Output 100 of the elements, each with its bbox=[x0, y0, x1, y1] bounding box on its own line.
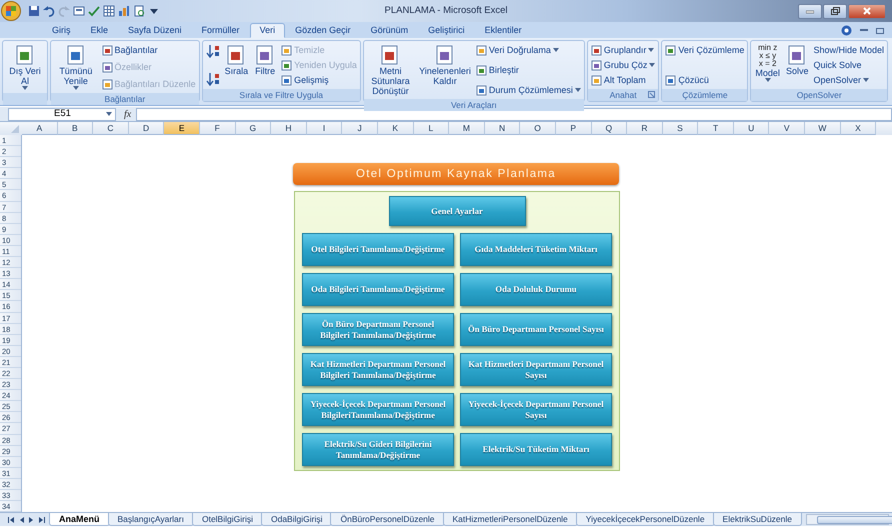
office-button[interactable] bbox=[0, 1, 22, 21]
ribbon-button[interactable]: Metni Sütunlara Dönüştür bbox=[366, 44, 414, 96]
column-header[interactable]: W bbox=[805, 122, 841, 135]
ribbon-tab[interactable]: Formüller bbox=[192, 23, 250, 38]
grid-icon[interactable] bbox=[103, 5, 115, 17]
ribbon-button[interactable]: Gruplandır bbox=[590, 44, 656, 56]
column-header[interactable]: J bbox=[342, 122, 378, 135]
ribbon-button[interactable]: Veri Çözümleme bbox=[665, 44, 744, 56]
minimize-icon[interactable] bbox=[860, 29, 868, 32]
column-header[interactable]: V bbox=[769, 122, 806, 135]
ribbon-tab[interactable]: Ekle bbox=[80, 23, 118, 38]
ribbon-button[interactable]: Yinelenenleri Kaldır bbox=[418, 44, 472, 86]
sheet-tab[interactable]: AnaMenü bbox=[49, 513, 110, 526]
ribbon-button[interactable]: Birleştir bbox=[476, 64, 581, 76]
print-preview-icon[interactable] bbox=[133, 5, 145, 17]
help-icon[interactable] bbox=[841, 25, 852, 36]
formula-icon: min z x ≤ y x = 2 bbox=[758, 44, 778, 68]
column-header[interactable]: G bbox=[236, 122, 272, 135]
next-sheet-icon[interactable] bbox=[28, 516, 35, 524]
minimize-icon bbox=[806, 8, 814, 14]
restore-icon[interactable] bbox=[876, 27, 884, 34]
column-header[interactable]: U bbox=[734, 122, 770, 135]
dialog-launcher-icon[interactable] bbox=[648, 91, 656, 98]
sort-icon[interactable] bbox=[206, 72, 220, 86]
name-box[interactable]: E51 bbox=[8, 108, 116, 120]
sheet-tab[interactable]: ElektrikSuDüzenle bbox=[712, 513, 802, 526]
ribbon-tab[interactable]: Giriş bbox=[42, 23, 80, 38]
sheet-tab[interactable]: OtelBilgiGirişi bbox=[192, 513, 263, 526]
save-icon[interactable] bbox=[28, 5, 40, 17]
column-header[interactable]: Q bbox=[592, 122, 628, 135]
column-header[interactable]: B bbox=[58, 122, 94, 135]
column-header[interactable]: K bbox=[378, 122, 414, 135]
ribbon-button[interactable]: Filtre bbox=[253, 44, 278, 76]
ribbon-button[interactable]: Durum Çözümlemesi bbox=[476, 84, 581, 96]
form-icon[interactable] bbox=[73, 5, 85, 17]
column-header[interactable]: O bbox=[520, 122, 556, 135]
horizontal-scrollbar[interactable] bbox=[806, 514, 889, 525]
function-label[interactable]: fx bbox=[124, 106, 132, 122]
sheet-tab[interactable]: YiyecekİçecekPersonelDüzenle bbox=[576, 513, 715, 526]
ribbon-button[interactable]: Grubu Çöz bbox=[590, 59, 656, 71]
ribbon-button[interactable]: Bağlantılar bbox=[102, 44, 196, 56]
group-label: Bağlantılar bbox=[51, 93, 199, 105]
close-button[interactable] bbox=[848, 4, 886, 18]
document-icon bbox=[590, 74, 602, 86]
ribbon-button[interactable]: Alt Toplam bbox=[590, 74, 656, 86]
column-header[interactable]: X bbox=[840, 122, 876, 135]
document-icon bbox=[281, 60, 292, 70]
column-header[interactable]: M bbox=[449, 122, 485, 135]
column-header[interactable]: E bbox=[164, 122, 200, 135]
restore-button[interactable] bbox=[823, 4, 847, 18]
document-icon bbox=[590, 60, 602, 70]
column-header[interactable]: N bbox=[484, 122, 520, 135]
ribbon-button[interactable]: Çözücü bbox=[665, 74, 744, 86]
last-sheet-icon[interactable] bbox=[38, 516, 45, 524]
ribbon-button[interactable]: Tümünü Yenile bbox=[54, 44, 98, 90]
chart-icon[interactable] bbox=[118, 5, 130, 17]
sort-icon[interactable] bbox=[206, 44, 220, 58]
window-title: PLANLAMA - Microsoft Excel bbox=[384, 4, 508, 16]
column-header[interactable]: A bbox=[22, 122, 58, 135]
ribbon-button[interactable]: OpenSolver bbox=[813, 74, 884, 86]
ribbon-tab[interactable]: Sayfa Düzeni bbox=[118, 23, 192, 38]
group-label: Çözümleme bbox=[662, 89, 748, 101]
group-label: OpenSolver bbox=[751, 89, 887, 101]
column-header[interactable]: I bbox=[306, 122, 342, 135]
ribbon-tab[interactable]: Eklentiler bbox=[474, 23, 532, 38]
column-header[interactable]: R bbox=[627, 122, 663, 135]
sheet-tab[interactable]: OdaBilgiGirişi bbox=[260, 513, 332, 526]
first-sheet-icon[interactable] bbox=[8, 516, 15, 524]
close-icon bbox=[863, 7, 871, 15]
restore-icon bbox=[830, 7, 840, 15]
ribbon-button[interactable]: Gelişmiş bbox=[281, 74, 357, 86]
ribbon-tab[interactable]: Gözden Geçir bbox=[285, 23, 361, 38]
scroll-thumb[interactable] bbox=[817, 516, 892, 524]
column-header[interactable]: P bbox=[556, 122, 592, 135]
ribbon-tab[interactable]: Geliştirici bbox=[418, 23, 475, 38]
document-icon bbox=[281, 44, 292, 56]
column-header[interactable]: H bbox=[271, 122, 307, 135]
column-header[interactable]: F bbox=[200, 122, 236, 135]
document-icon bbox=[665, 74, 676, 86]
ribbon-tab[interactable]: Görünüm bbox=[360, 23, 418, 38]
ribbon-button[interactable]: Sırala bbox=[224, 44, 250, 76]
group-label: Veri Araçları bbox=[364, 99, 584, 111]
ribbon-button[interactable]: Veri Doğrulama bbox=[476, 44, 581, 56]
previous-sheet-icon[interactable] bbox=[18, 516, 25, 524]
caret-icon bbox=[106, 112, 112, 116]
ribbon-button[interactable]: Show/Hide Model bbox=[813, 44, 884, 56]
sheet-tab[interactable]: KatHizmetleriPersonelDüzenle bbox=[442, 513, 578, 526]
column-header[interactable]: S bbox=[662, 122, 698, 135]
undo-icon[interactable] bbox=[43, 5, 55, 17]
ribbon-button[interactable]: min z x ≤ y x = 2 Model bbox=[754, 44, 781, 82]
ribbon-tab[interactable]: Veri bbox=[250, 23, 286, 38]
column-header[interactable]: T bbox=[698, 122, 734, 135]
ribbon-button[interactable]: Solve bbox=[784, 44, 810, 76]
sheet-tab[interactable]: BaşlangıçAyarları bbox=[108, 513, 194, 526]
ribbon-button[interactable]: Quick Solve bbox=[813, 59, 884, 71]
spelling-icon[interactable] bbox=[88, 5, 100, 17]
document-icon bbox=[102, 78, 113, 90]
column-header[interactable]: C bbox=[93, 122, 129, 135]
column-header[interactable]: L bbox=[414, 122, 450, 135]
sheet-tab[interactable]: ÖnBüroPersonelDüzenle bbox=[330, 513, 445, 526]
